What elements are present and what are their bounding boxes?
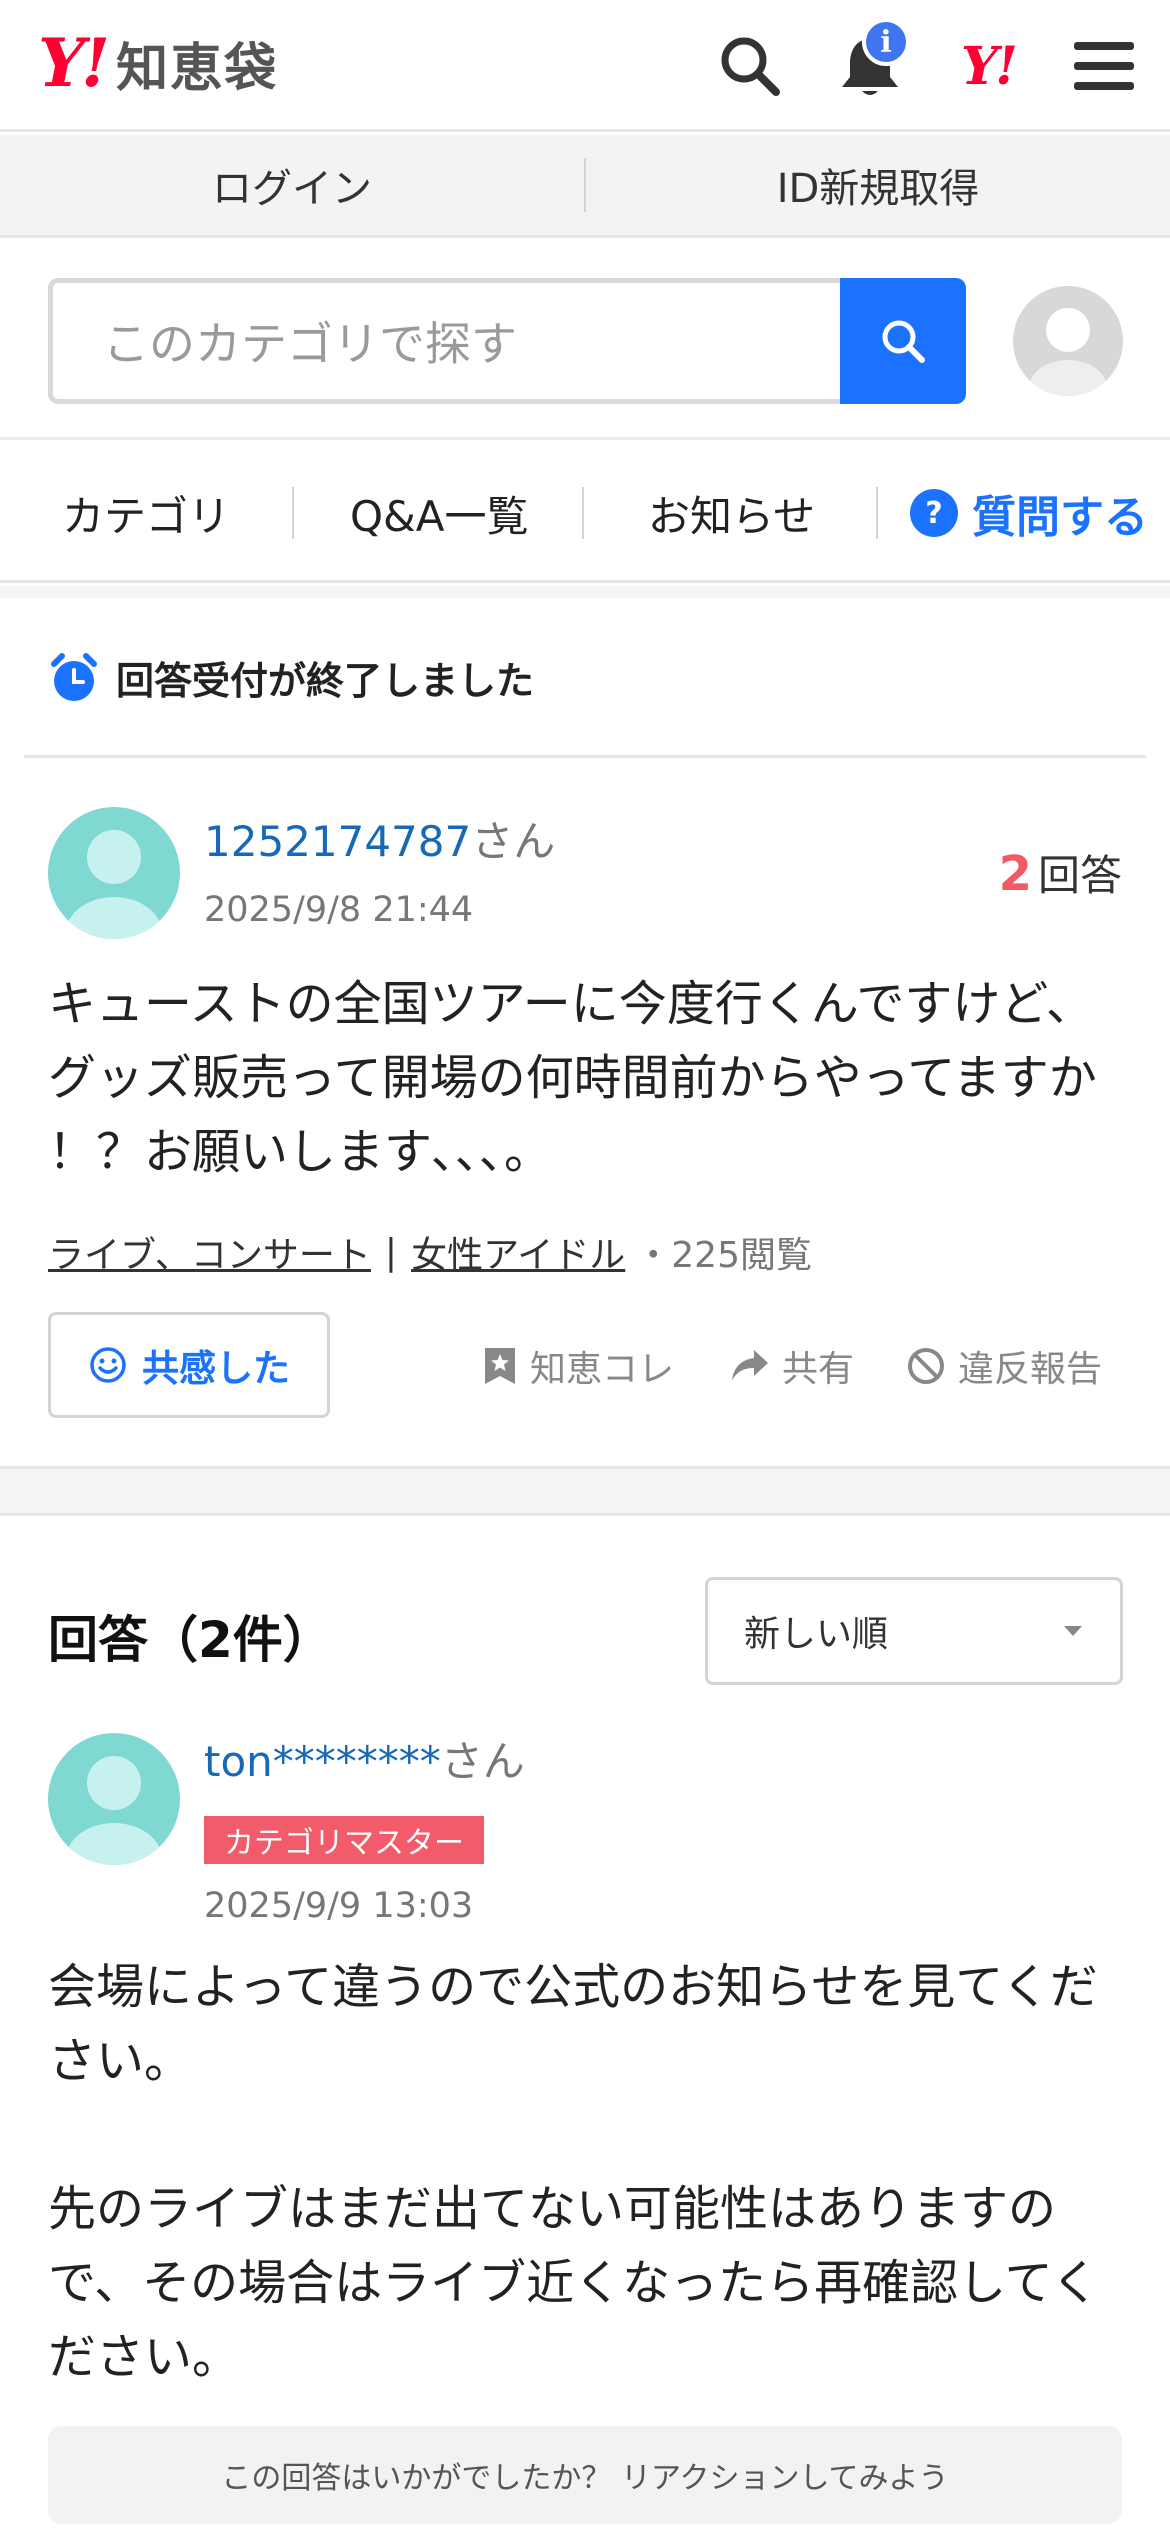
answerer-name[interactable]: ton********さん bbox=[204, 1728, 525, 1789]
honorific: さん bbox=[471, 817, 556, 866]
ask-question-label: 質問する bbox=[972, 492, 1148, 543]
save-label: 知恵コレ bbox=[530, 1349, 675, 1390]
tag-separator: | bbox=[384, 1231, 398, 1273]
bookmark-star-icon bbox=[485, 1348, 515, 1384]
honorific: さん bbox=[440, 1737, 525, 1786]
report-label: 違反報告 bbox=[958, 1349, 1103, 1390]
question-icon: ? bbox=[910, 489, 958, 537]
chiebukuro-logo[interactable]: Y! 知恵袋 bbox=[38, 24, 279, 102]
yahoo-japan-mark: Y! bbox=[961, 35, 1018, 97]
search-row: このカテゴリで探す bbox=[0, 240, 1170, 440]
user-avatar[interactable] bbox=[1013, 286, 1123, 396]
login-link[interactable]: ログイン bbox=[0, 156, 584, 214]
alarm-clock-icon bbox=[51, 652, 97, 701]
category-master-badge: カテゴリマスター bbox=[204, 1816, 484, 1864]
question-body: キューストの全国ツアーに今度行くんですけど、 グッズ販売って開場の何時間前からや… bbox=[48, 967, 1097, 1189]
answerer-username: ton******** bbox=[204, 1737, 441, 1786]
app-header: Y! 知恵袋 i Y! bbox=[0, 0, 1170, 132]
search-button[interactable] bbox=[840, 278, 966, 404]
prohibited-icon bbox=[908, 1348, 944, 1384]
answer-count-number: 2 bbox=[998, 846, 1032, 902]
answers-heading: 回答（2件） bbox=[48, 1611, 333, 1669]
share-label: 共有 bbox=[782, 1349, 855, 1390]
answerer-avatar[interactable] bbox=[48, 1733, 180, 1865]
smile-icon bbox=[90, 1347, 126, 1383]
questioner-avatar[interactable] bbox=[48, 807, 180, 939]
notification-bell-icon[interactable]: i bbox=[834, 18, 910, 102]
answer-body-blank-line bbox=[48, 2098, 1099, 2172]
menu-icon[interactable] bbox=[1068, 30, 1140, 102]
tag-female-idol[interactable]: 女性アイドル bbox=[411, 1226, 625, 1278]
answer-date: 2025/9/9 13:03 bbox=[204, 1886, 474, 1926]
category-nav: カテゴリ Q&A一覧 お知らせ ? 質問する bbox=[0, 443, 1170, 583]
answers-closed-notice: 回答受付が終了しました bbox=[24, 600, 1146, 758]
question-body-line: ！？お願いします､､､。 bbox=[48, 1124, 553, 1180]
answer-count-label: 回答 bbox=[1037, 851, 1122, 900]
search-input[interactable]: このカテゴリで探す bbox=[48, 278, 842, 404]
nav-news[interactable]: お知らせ bbox=[648, 443, 815, 583]
question-body-line: グッズ販売って開場の何時間前からやってますか bbox=[48, 1050, 1097, 1106]
tag-live-concert[interactable]: ライブ、コンサート bbox=[48, 1226, 371, 1278]
login-bar: ログイン ID新規取得 bbox=[0, 135, 1170, 238]
share-arrow-icon bbox=[732, 1350, 768, 1380]
nav-category[interactable]: カテゴリ bbox=[62, 443, 230, 583]
section-divider bbox=[0, 1466, 1170, 1516]
answer-body-line: 会場によって違うので公式のお知らせを見てくだ bbox=[48, 1959, 1098, 2015]
questioner-username: 1252174787 bbox=[204, 817, 472, 866]
yahoo-japan-icon[interactable]: Y! bbox=[952, 30, 1024, 102]
answer-body-line: で、その場合はライブ近くなったら再確認してく bbox=[48, 2255, 1100, 2311]
answer-body-line: ださい。 bbox=[48, 2329, 241, 2385]
view-count: ・225閲覧 bbox=[635, 1235, 812, 1276]
nav-divider bbox=[292, 487, 294, 539]
logo-text: 知恵袋 bbox=[116, 38, 279, 99]
nav-divider bbox=[876, 487, 878, 539]
save-chie-collection-button[interactable]: 知恵コレ bbox=[482, 1336, 674, 1396]
sort-selected-value: 新しい順 bbox=[744, 1614, 889, 1655]
nav-divider bbox=[582, 487, 584, 539]
answer-body: 会場によって違うので公式のお知らせを見てくだ さい。 先のライブはまだ出てない可… bbox=[48, 1950, 1099, 2394]
question-tags: ライブ、コンサート | 女性アイドル ・225閲覧 bbox=[48, 1226, 812, 1278]
answer-body-line: さい。 bbox=[48, 2033, 193, 2089]
signup-link[interactable]: ID新規取得 bbox=[586, 156, 1170, 214]
answer-body-line: 先のライブはまだ出てない可能性はありますの bbox=[48, 2181, 1057, 2237]
question-body-line: キューストの全国ツアーに今度行くんですけど、 bbox=[48, 976, 1094, 1032]
ask-question-button[interactable]: ? 質問する bbox=[910, 443, 1148, 583]
empathy-button[interactable]: 共感した bbox=[48, 1312, 330, 1418]
questioner-name[interactable]: 1252174787さん bbox=[204, 808, 555, 869]
nav-qa-list[interactable]: Q&A一覧 bbox=[350, 443, 529, 583]
dropdown-arrow-icon bbox=[1064, 1626, 1082, 1636]
sort-order-select[interactable]: 新しい順 bbox=[705, 1577, 1123, 1685]
closed-notice-text: 回答受付が終了しました bbox=[116, 659, 535, 703]
share-button[interactable]: 共有 bbox=[730, 1336, 854, 1396]
empathy-label: 共感した bbox=[142, 1347, 290, 1390]
search-icon[interactable] bbox=[714, 30, 786, 102]
question-date: 2025/9/8 21:44 bbox=[204, 890, 474, 930]
notification-badge: i bbox=[862, 18, 910, 66]
reaction-prompt[interactable]: この回答はいかがでしたか？ リアクションしてみよう bbox=[48, 2426, 1122, 2524]
yahoo-logo-mark: Y! bbox=[38, 24, 110, 102]
search-button-icon bbox=[882, 320, 925, 363]
report-button[interactable]: 違反報告 bbox=[906, 1336, 1102, 1396]
section-divider bbox=[0, 586, 1170, 598]
answer-count[interactable]: 2 回答 bbox=[999, 842, 1122, 903]
